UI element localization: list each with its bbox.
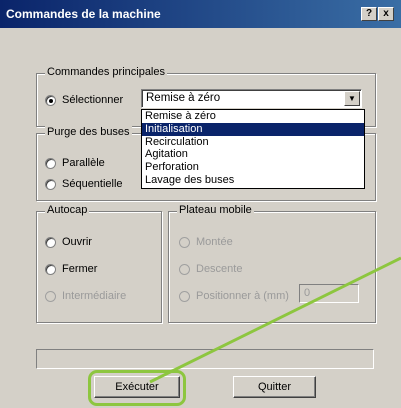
machine-commands-dialog: Commandes de la machine ? x Commandes pr… [0,0,401,408]
annotation-arrow-icon [149,256,401,384]
